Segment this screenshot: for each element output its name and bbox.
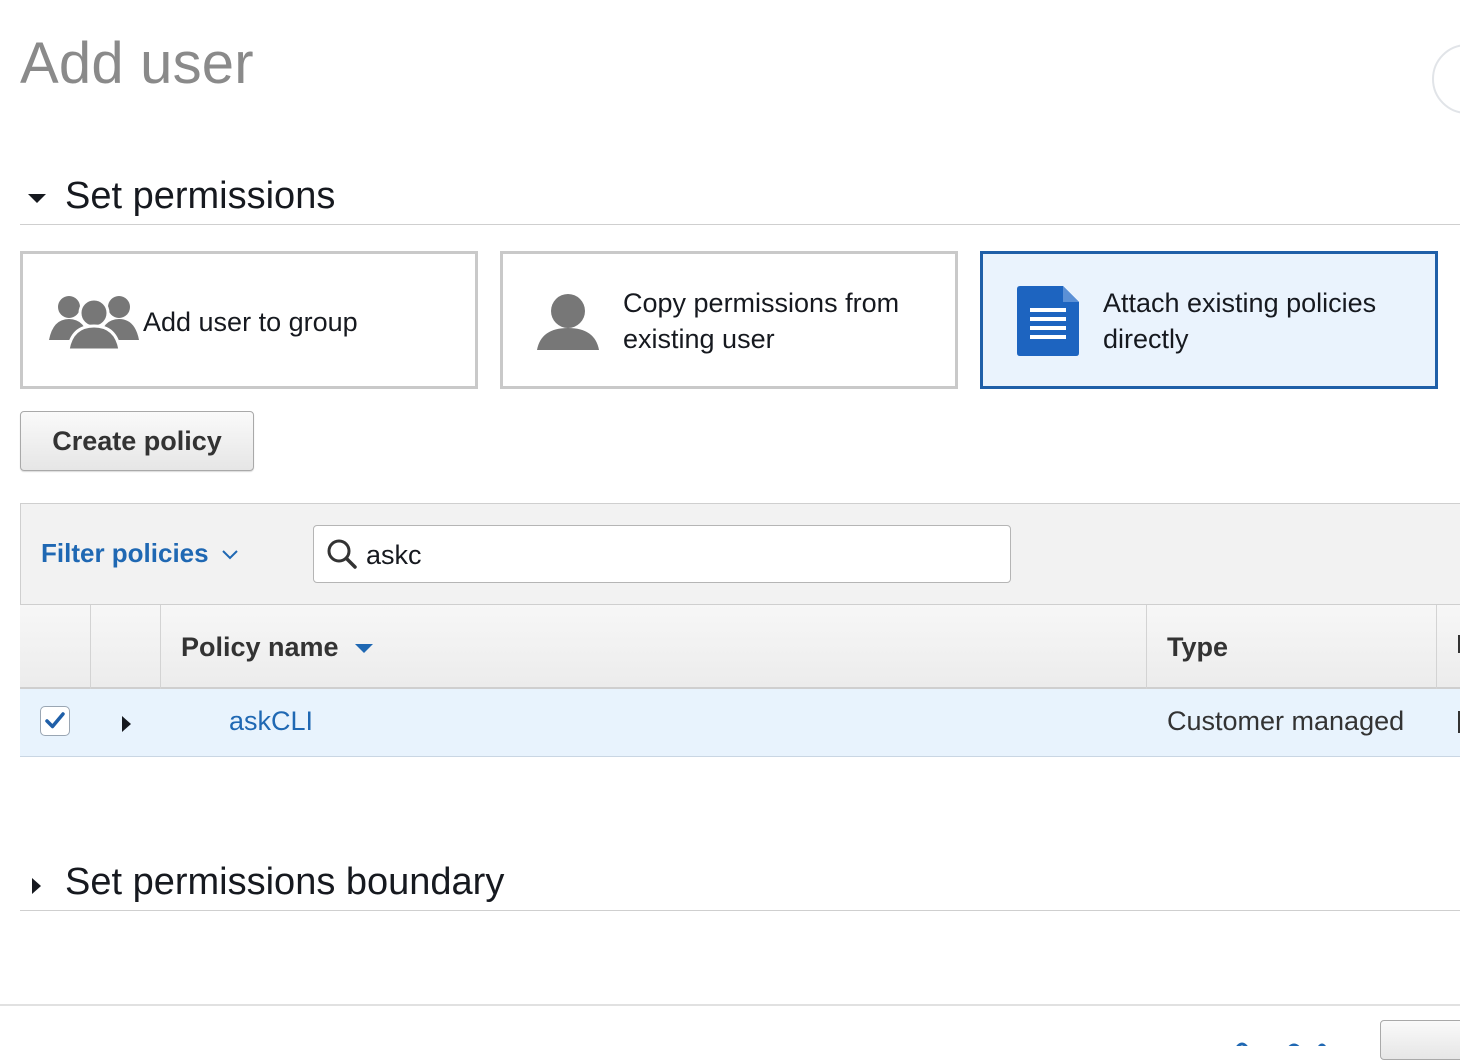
section-title: Set permissions xyxy=(65,175,336,217)
add-user-to-group-card[interactable]: Add user to group xyxy=(20,251,478,389)
policy-name-link[interactable]: askCLI xyxy=(229,706,313,737)
set-permissions-boundary-header[interactable]: Set permissions boundary xyxy=(20,860,1460,911)
page-title: Add user xyxy=(20,31,254,96)
column-header-policy-name[interactable]: Policy name xyxy=(181,632,373,663)
collapse-caret-icon xyxy=(28,194,46,203)
expand-row-caret-icon[interactable] xyxy=(122,716,131,732)
filter-policies-dropdown[interactable]: Filter policies xyxy=(41,538,239,569)
footer-divider xyxy=(0,1004,1460,1006)
help-circle-button[interactable] xyxy=(1432,44,1460,114)
document-icon xyxy=(1017,286,1079,361)
user-icon xyxy=(537,292,599,355)
filter-bar: Filter policies xyxy=(20,503,1460,605)
column-divider xyxy=(90,605,91,689)
group-icon xyxy=(49,292,139,355)
option-label-line1: Copy permissions from xyxy=(623,288,900,318)
column-divider xyxy=(1146,605,1147,689)
table-row[interactable]: askCLI Customer managed xyxy=(20,689,1460,757)
cancel-link[interactable] xyxy=(1236,1036,1326,1046)
option-label: Add user to group xyxy=(143,307,358,337)
search-box[interactable] xyxy=(313,525,1011,583)
column-label: Policy name xyxy=(181,632,339,662)
option-label-line2: existing user xyxy=(623,324,775,354)
option-label-line1: Attach existing policies xyxy=(1103,288,1377,318)
copy-permissions-card[interactable]: Copy permissions from existing user xyxy=(500,251,958,389)
policies-table-header: Policy name Type xyxy=(20,605,1460,689)
previous-button[interactable] xyxy=(1380,1020,1460,1060)
option-label-line2: directly xyxy=(1103,324,1189,354)
sort-desc-icon xyxy=(354,644,373,654)
policy-type-cell: Customer managed xyxy=(1167,706,1405,736)
search-input[interactable] xyxy=(364,534,988,576)
create-policy-button[interactable]: Create policy xyxy=(20,411,254,471)
chevron-down-icon xyxy=(221,550,238,560)
set-permissions-header[interactable]: Set permissions xyxy=(20,174,1460,225)
column-divider xyxy=(1436,605,1437,689)
column-divider xyxy=(160,605,161,689)
column-header-type[interactable]: Type xyxy=(1167,632,1228,663)
check-icon xyxy=(45,712,65,729)
search-icon xyxy=(326,538,358,575)
attach-existing-policies-card[interactable]: Attach existing policies directly xyxy=(980,251,1438,389)
filter-policies-label: Filter policies xyxy=(41,538,209,568)
section-title: Set permissions boundary xyxy=(65,861,505,903)
row-checkbox[interactable] xyxy=(40,706,70,736)
expand-caret-icon xyxy=(32,878,41,894)
